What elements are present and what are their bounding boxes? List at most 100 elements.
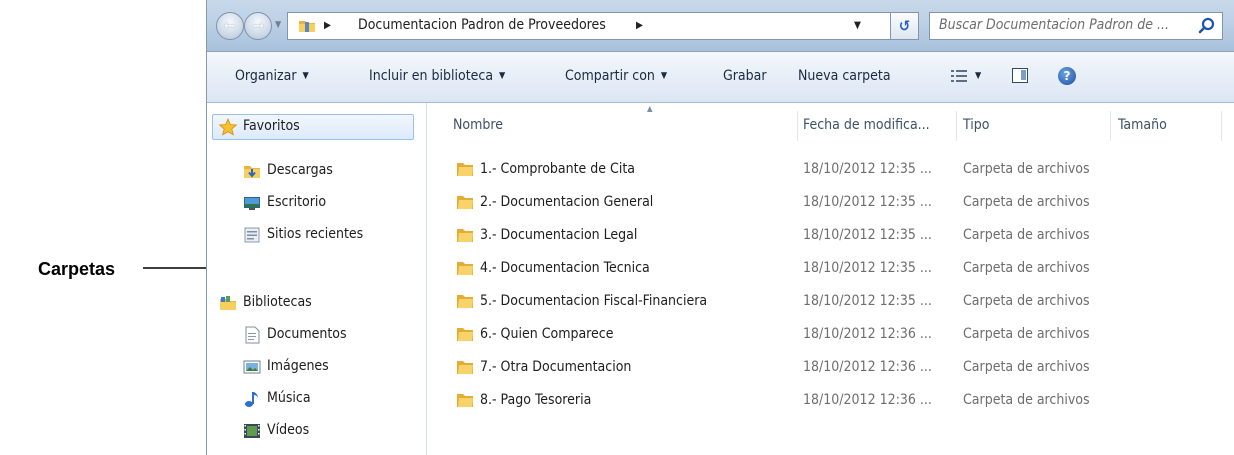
nav-item-label: Música <box>267 390 311 406</box>
breadcrumb-separator-icon[interactable]: ▶ <box>636 20 643 31</box>
table-row[interactable]: 2.- Documentacion General 18/10/2012 12:… <box>456 191 1206 215</box>
explorer-window: ← → ▼ ▶ Documentacion Padron de Proveedo… <box>206 0 1234 455</box>
search-icon[interactable] <box>1198 17 1216 35</box>
organize-menu[interactable]: Organizar ▼ <box>235 68 309 84</box>
view-dropdown-icon[interactable]: ▼ <box>975 71 981 81</box>
row-type: Carpeta de archivos <box>963 326 1090 342</box>
help-icon[interactable]: ? <box>1058 67 1076 85</box>
folder-icon <box>457 229 473 242</box>
folder-icon <box>457 262 473 275</box>
column-divider[interactable] <box>797 111 798 141</box>
recent-pages-dropdown[interactable]: ▼ <box>275 20 281 30</box>
folder-icon <box>457 328 473 341</box>
row-type: Carpeta de archivos <box>963 392 1090 408</box>
row-name: 6.- Quien Comparece <box>480 326 614 342</box>
forward-arrow-icon: → <box>251 16 265 35</box>
row-date: 18/10/2012 12:35 ... <box>803 227 932 243</box>
nav-libraries-label: Bibliotecas <box>243 294 312 310</box>
table-row[interactable]: 3.- Documentacion Legal 18/10/2012 12:35… <box>456 224 1206 248</box>
table-row[interactable]: 1.- Comprobante de Cita 18/10/2012 12:35… <box>456 158 1206 182</box>
address-bar-area: ← → ▼ ▶ Documentacion Padron de Proveedo… <box>207 0 1234 52</box>
videos-icon <box>244 424 260 438</box>
row-type: Carpeta de archivos <box>963 227 1090 243</box>
row-date: 18/10/2012 12:36 ... <box>803 359 932 375</box>
row-date: 18/10/2012 12:35 ... <box>803 260 932 276</box>
search-input[interactable]: Buscar Documentacion Padron de ... <box>929 12 1223 40</box>
table-row[interactable]: 6.- Quien Comparece 18/10/2012 12:36 ...… <box>456 323 1206 347</box>
forward-button[interactable]: → <box>244 12 272 40</box>
row-type: Carpeta de archivos <box>963 161 1090 177</box>
include-library-menu[interactable]: Incluir en biblioteca ▼ <box>369 68 505 84</box>
recent-places-icon <box>244 227 260 243</box>
row-date: 18/10/2012 12:35 ... <box>803 194 932 210</box>
music-icon <box>245 392 258 407</box>
column-header-type[interactable]: Tipo <box>963 117 989 133</box>
nav-item-label: Documentos <box>267 326 347 342</box>
share-with-label: Compartir con <box>565 68 655 84</box>
file-list: ▲ Nombre Fecha de modifica... Tipo Tamañ… <box>428 103 1234 455</box>
table-row[interactable]: 5.- Documentacion Fiscal-Financiera 18/1… <box>456 290 1206 314</box>
row-name: 7.- Otra Documentacion <box>480 359 632 375</box>
column-divider[interactable] <box>1221 111 1222 141</box>
folder-icon <box>457 394 473 407</box>
dropdown-caret-icon: ▼ <box>660 71 668 81</box>
row-name: 3.- Documentacion Legal <box>480 227 638 243</box>
nav-item-label: Imágenes <box>267 358 329 374</box>
row-date: 18/10/2012 12:36 ... <box>803 326 932 342</box>
folder-icon <box>299 21 315 32</box>
address-dropdown-icon[interactable]: ▼ <box>854 20 861 31</box>
column-divider[interactable] <box>956 111 957 141</box>
share-with-menu[interactable]: Compartir con ▼ <box>565 68 667 84</box>
command-bar: Organizar ▼ Incluir en biblioteca ▼ Compar… <box>207 52 1234 103</box>
column-header-size[interactable]: Tamaño <box>1118 117 1167 133</box>
include-library-label: Incluir en biblioteca <box>369 68 494 84</box>
star-icon <box>219 118 237 136</box>
nav-favorites-label: Favoritos <box>243 118 300 134</box>
downloads-icon <box>244 166 260 178</box>
documents-icon <box>245 326 260 344</box>
refresh-button[interactable]: ↺ <box>891 12 919 40</box>
nav-item-label: Escritorio <box>267 194 327 210</box>
column-header-date[interactable]: Fecha de modifica... <box>803 117 930 133</box>
view-options-icon[interactable] <box>950 67 968 85</box>
burn-button[interactable]: Grabar <box>723 68 767 84</box>
row-name: 5.- Documentacion Fiscal-Financiera <box>480 293 708 309</box>
breadcrumb-separator-icon[interactable]: ▶ <box>324 20 331 31</box>
navigation-pane: Favoritos Descargas Escritorio Sitios re… <box>207 103 427 455</box>
preview-pane-icon[interactable] <box>1012 68 1028 83</box>
new-folder-button[interactable]: Nueva carpeta <box>798 68 891 84</box>
address-bar[interactable]: ▶ Documentacion Padron de Proveedores ▶ … <box>287 12 891 40</box>
row-type: Carpeta de archivos <box>963 359 1090 375</box>
row-date: 18/10/2012 12:36 ... <box>803 392 932 408</box>
dropdown-caret-icon: ▼ <box>302 71 309 81</box>
search-placeholder: Buscar Documentacion Padron de ... <box>939 17 1170 33</box>
folder-icon <box>457 196 473 209</box>
row-type: Carpeta de archivos <box>963 260 1090 276</box>
column-divider[interactable] <box>1110 111 1111 141</box>
breadcrumb-path[interactable]: Documentacion Padron de Proveedores <box>358 17 606 33</box>
row-date: 18/10/2012 12:35 ... <box>803 161 932 177</box>
back-arrow-icon: ← <box>223 16 237 35</box>
dropdown-caret-icon: ▼ <box>499 71 506 81</box>
row-date: 18/10/2012 12:35 ... <box>803 293 932 309</box>
folder-icon <box>457 163 473 176</box>
row-name: 8.- Pago Tesoreria <box>480 392 592 408</box>
row-name: 4.- Documentacion Tecnica <box>480 260 650 276</box>
row-name: 2.- Documentacion General <box>480 194 654 210</box>
folder-icon <box>457 361 473 374</box>
pictures-icon <box>243 360 261 374</box>
table-row[interactable]: 8.- Pago Tesoreria 18/10/2012 12:36 ... … <box>456 389 1206 413</box>
desktop-icon <box>244 197 260 210</box>
sort-ascending-icon: ▲ <box>647 104 653 113</box>
nav-item-label: Vídeos <box>267 422 310 438</box>
annotation-label: Carpetas <box>38 259 116 279</box>
table-row[interactable]: 7.- Otra Documentacion 18/10/2012 12:36 … <box>456 356 1206 380</box>
back-button[interactable]: ← <box>216 12 244 40</box>
row-type: Carpeta de archivos <box>963 194 1090 210</box>
table-row[interactable]: 4.- Documentacion Tecnica 18/10/2012 12:… <box>456 257 1206 281</box>
nav-item-label: Sitios recientes <box>267 226 364 242</box>
libraries-icon <box>220 296 236 310</box>
row-name: 1.- Comprobante de Cita <box>480 161 635 177</box>
column-header-name[interactable]: Nombre <box>453 117 503 133</box>
organize-label: Organizar <box>235 68 297 84</box>
